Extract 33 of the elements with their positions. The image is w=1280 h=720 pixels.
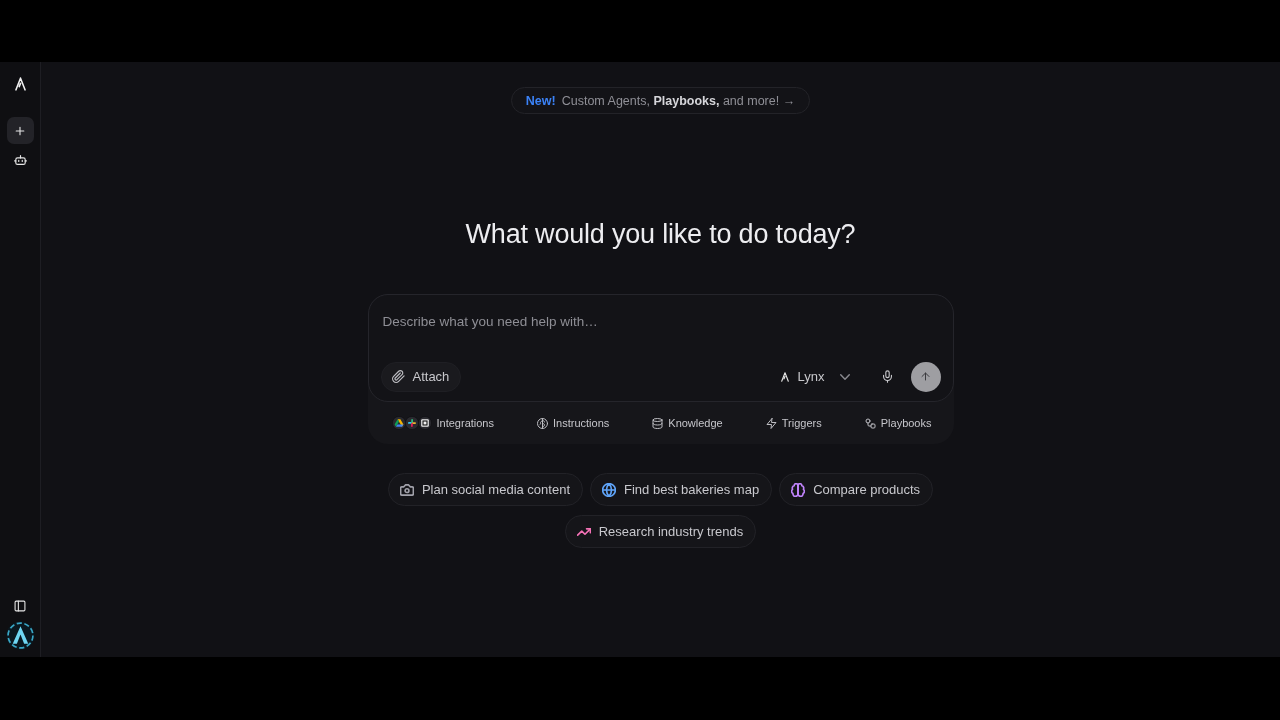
paperclip-icon [391,370,405,383]
sidebar-button[interactable] [6,117,34,144]
tool-button[interactable]: Integrations [391,414,494,432]
tool-button[interactable]: Playbooks [864,415,932,431]
database-icon [652,417,664,429]
app-logos-icon [391,416,432,430]
avatar-logo-icon[interactable] [5,621,35,650]
page-heading: What would you like to do today? [465,218,856,250]
chevron-down-icon [839,373,850,380]
microphone-icon [883,370,892,383]
lightning-icon [765,417,777,429]
arrow-up-icon [920,371,931,382]
plus-icon [14,124,26,137]
attach-button[interactable]: Attach [380,361,462,392]
announcement-text: Custom Agents, Playbooks, and more! → [561,93,796,108]
model-selector[interactable]: Lynx [776,361,854,392]
tool-button[interactable]: Triggers [765,415,822,431]
logo-icon [14,77,26,91]
message-composer-field[interactable]: Describe what you need help with… Attach Lynx [367,294,954,402]
suggestion-chip[interactable]: Find best bakeries map [590,473,773,506]
tool-button[interactable]: Instructions [537,415,610,431]
suggestion-chip[interactable]: Plan social media content [387,473,584,506]
workflow-icon [864,417,876,429]
suggestion-chip[interactable]: Compare products [779,473,934,506]
announcement-link[interactable]: New! Custom Agents, Playbooks, and more! → [510,87,811,114]
panel-icon [14,599,26,612]
robot-icon [13,154,27,165]
message-input[interactable]: Describe what you need help with… [380,314,941,361]
logo-icon [780,371,789,382]
tool-button[interactable]: Knowledge [652,415,723,431]
circle-brain-icon [537,417,548,429]
suggestion-chip[interactable]: Research industry trends [564,515,757,548]
new-label: New! [525,93,556,108]
